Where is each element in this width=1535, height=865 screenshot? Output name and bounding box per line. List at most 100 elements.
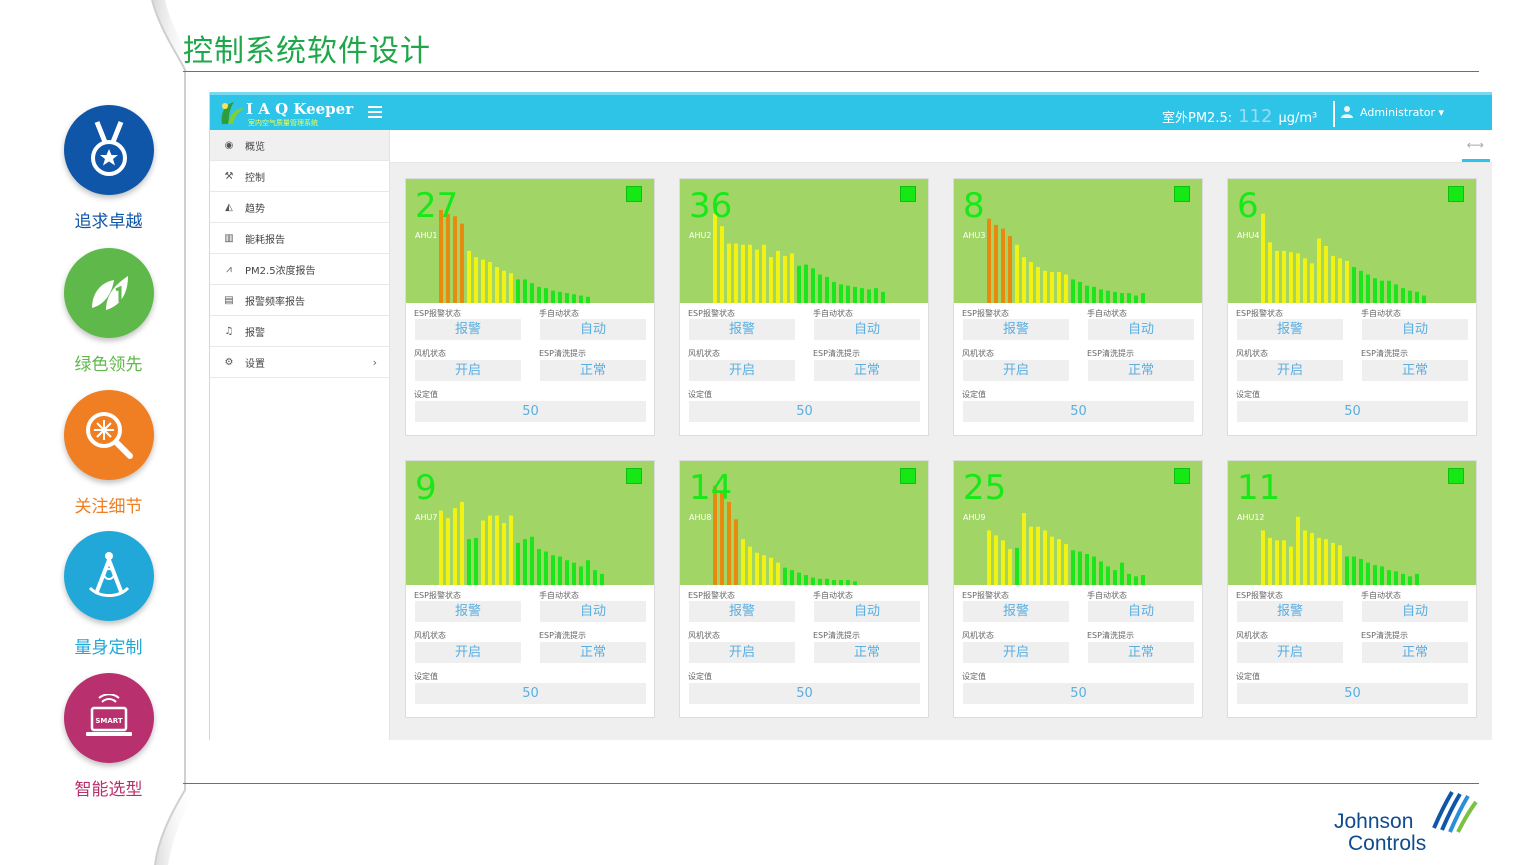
setpoint-value[interactable]: 50 [963, 683, 1194, 704]
chart-bar [551, 555, 555, 585]
chart-bar [1064, 274, 1068, 303]
setpoint-value[interactable]: 50 [415, 683, 646, 704]
ahu-status-indicator[interactable] [900, 186, 916, 202]
fan-status-label: 风机状态 [1236, 631, 1268, 640]
chart-bar [1106, 566, 1110, 585]
ahu-bar-chart: 25 AHU9 [954, 461, 1202, 585]
chart-bar [481, 520, 485, 585]
esp-alarm-label: ESP报警状态 [1236, 309, 1283, 318]
fan-status-label: 风机状态 [688, 349, 720, 358]
chart-bar [579, 295, 583, 303]
sidebar-item-energy-report[interactable]: ▥ 能耗报告 [210, 223, 389, 254]
esp-clean-value: 正常 [1362, 360, 1468, 381]
chart-bar [1324, 245, 1328, 303]
ahu-card: 11 AHU12 ESP报警状态 报警 手自动状态 自动 风机状态 开启 ESP清洗提示 正常 设定… [1227, 460, 1477, 718]
chart-bar [530, 283, 534, 303]
chart-bar [755, 249, 759, 303]
chart-bar [1352, 267, 1356, 303]
chart-bar [994, 224, 998, 303]
sidebar-item-trend[interactable]: ◭ 趋势 [210, 192, 389, 223]
chart-bar [460, 501, 464, 585]
chart-bar [762, 555, 766, 585]
esp-clean-label: ESP清洗提示 [1087, 349, 1134, 358]
ahu-status-indicator[interactable] [626, 186, 642, 202]
ahu-card: 36 AHU2 ESP报警状态 报警 手自动状态 自动 风机状态 开启 ESP清洗提示 正常 设定值… [679, 178, 929, 436]
ahu-alarm-count: 6 [1237, 186, 1259, 226]
sidebar-item-label: 控制 [245, 172, 265, 184]
johnson-controls-logo: Johnson Controls [1334, 790, 1478, 855]
chart-bar [846, 285, 850, 303]
ahu-status-indicator[interactable] [1174, 468, 1190, 484]
sidebar-item-alarm-frequency-report[interactable]: ▤ 报警频率报告 [210, 285, 389, 316]
feature-label: 绿色领先 [74, 355, 143, 375]
chart-bar [797, 265, 801, 303]
setpoint-value[interactable]: 50 [963, 401, 1194, 422]
gears-icon: ⚙ [224, 356, 234, 368]
chart-bar [1120, 293, 1124, 303]
sidebar-item-settings[interactable]: ⚙ 设置 › [210, 347, 389, 378]
chart-bar [804, 264, 808, 303]
setpoint-value[interactable]: 50 [689, 683, 920, 704]
content-header-indicator [1462, 159, 1490, 162]
chart-bar [558, 291, 562, 303]
chart-bar [1345, 260, 1349, 303]
esp-clean-value: 正常 [1088, 642, 1194, 663]
sidebar: ◉ 概览 ⚒ 控制 ◭ 趋势 ▥ 能耗报告 ⩘ PM2.5浓度报告 ▤ 报警频率… [210, 130, 390, 740]
bell-icon: ♫ [224, 325, 234, 337]
topbar-divider [1333, 101, 1335, 127]
chart-bar [1275, 540, 1279, 585]
esp-clean-label: ESP清洗提示 [813, 349, 860, 358]
sidebar-item-control[interactable]: ⚒ 控制 [210, 161, 389, 192]
setpoint-value[interactable]: 50 [689, 401, 920, 422]
sidebar-item-pm25-report[interactable]: ⩘ PM2.5浓度报告 [210, 254, 389, 285]
chart-bar [1394, 284, 1398, 303]
chart-bar [1268, 537, 1272, 585]
chart-bar [1282, 540, 1286, 585]
ahu-status-indicator[interactable] [1448, 468, 1464, 484]
chart-bar [776, 562, 780, 585]
chart-bar [1036, 267, 1040, 303]
chart-bar [488, 515, 492, 585]
content-header: ⟷ [390, 130, 1492, 163]
area-chart-icon: ◭ [225, 201, 233, 213]
chart-bar [530, 536, 534, 585]
user-menu[interactable]: Administrator ▾ [1340, 105, 1444, 119]
menu-toggle-button[interactable] [368, 106, 382, 118]
ahu-bar-chart: 9 AHU7 [406, 461, 654, 585]
user-icon [1341, 106, 1353, 118]
chart-bar [481, 259, 485, 303]
ahu-status-indicator[interactable] [900, 468, 916, 484]
ahu-card: 25 AHU9 ESP报警状态 报警 手自动状态 自动 风机状态 开启 ESP清洗提示 正常 设定值… [953, 460, 1203, 718]
pm25-label: 室外PM2.5: [1162, 111, 1233, 126]
chart-bar [572, 294, 576, 303]
setpoint-value[interactable]: 50 [1237, 683, 1468, 704]
dashboard-icon: ◉ [224, 139, 234, 151]
chart-bar [748, 546, 752, 585]
sidebar-item-alarm[interactable]: ♫ 报警 [210, 316, 389, 347]
chart-bar [474, 257, 478, 303]
sidebar-item-overview[interactable]: ◉ 概览 [210, 130, 389, 161]
chart-bar [734, 243, 738, 303]
chart-bar [1022, 257, 1026, 303]
chart-bar [811, 577, 815, 585]
app-topbar: I A Q Keeper 室内空气质量管理系统 室外PM2.5: 112 μg/m³… [210, 92, 1492, 130]
chart-bar [741, 539, 745, 585]
chart-bar [874, 288, 878, 303]
ahu-status-indicator[interactable] [1448, 186, 1464, 202]
ahu-name: AHU9 [963, 513, 986, 522]
chart-bar [818, 274, 822, 303]
setpoint-value[interactable]: 50 [1237, 401, 1468, 422]
ahu-status-indicator[interactable] [1174, 186, 1190, 202]
ahu-alarm-count: 9 [415, 468, 437, 508]
file-icon: ▤ [224, 294, 234, 306]
setpoint-value[interactable]: 50 [415, 401, 646, 422]
chart-bar [1310, 532, 1314, 585]
chart-bar [1015, 244, 1019, 303]
wrench-icon: ⚒ [224, 170, 234, 182]
fan-status-value: 开启 [415, 642, 521, 663]
chart-bar [544, 551, 548, 585]
expand-arrow-icon[interactable]: ⟷ [1467, 138, 1484, 152]
ahu-status-indicator[interactable] [626, 468, 642, 484]
esp-alarm-value: 报警 [415, 319, 521, 340]
setpoint-label: 设定值 [414, 390, 438, 399]
